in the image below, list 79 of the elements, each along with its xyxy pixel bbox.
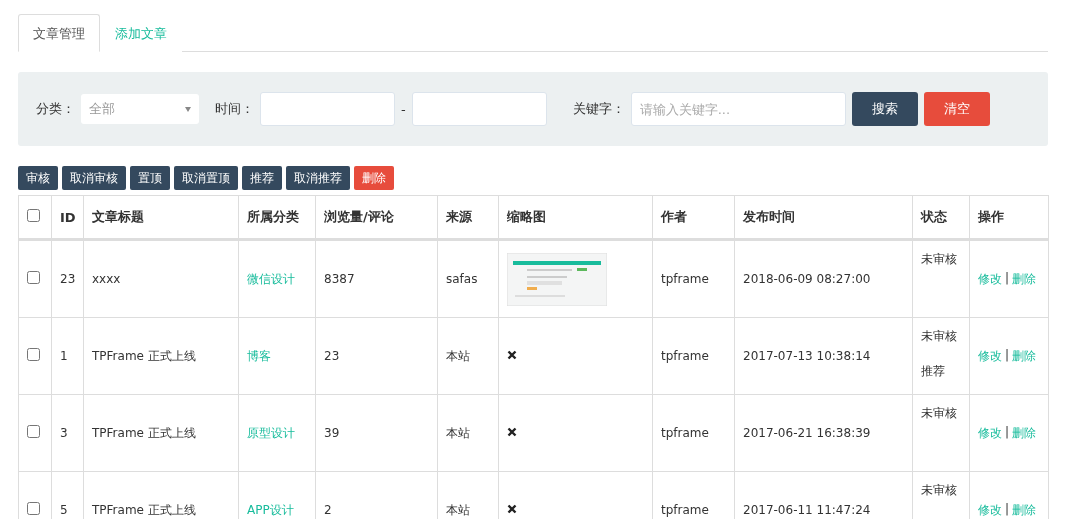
end-time-field[interactable]	[411, 92, 547, 126]
action-button[interactable]: 审核	[18, 166, 58, 190]
caret-icon	[185, 106, 191, 112]
edit-link[interactable]: 修改	[978, 270, 1002, 288]
author-cell: tpframe	[661, 272, 709, 286]
author-cell: tpframe	[661, 349, 709, 363]
source-cell: 本站	[446, 348, 470, 363]
source-cell: 本站	[446, 502, 470, 517]
id-cell: 3	[60, 426, 68, 440]
status-text: 未审核	[921, 328, 958, 345]
time-label: 时间：	[215, 100, 254, 118]
category-label: 分类：	[36, 100, 75, 118]
publish-time-cell: 2018-06-09 08:27:00	[743, 272, 871, 286]
select-all-checkbox[interactable]	[27, 209, 40, 222]
start-time-field[interactable]	[260, 92, 395, 126]
title-cell: TPFrame 正式上线	[92, 502, 196, 517]
keyword-field[interactable]: 请输入关键字...	[630, 92, 846, 126]
search-button[interactable]: 搜索	[851, 92, 918, 126]
time-separator: -	[401, 101, 406, 117]
column-header: 操作	[978, 209, 1004, 224]
delete-button[interactable]: 删除	[354, 166, 394, 190]
action-button[interactable]: 置顶	[130, 166, 170, 190]
column-header: ID	[60, 209, 76, 225]
clear-button[interactable]: 清空	[923, 92, 990, 126]
category-link[interactable]: 博客	[247, 348, 271, 363]
title-cell: TPFrame 正式上线	[92, 425, 196, 440]
delete-link[interactable]: 删除	[1012, 347, 1037, 365]
column-header: 文章标题	[92, 209, 144, 224]
column-header: 浏览量/评论	[324, 209, 394, 224]
edit-link[interactable]: 修改	[978, 501, 1002, 519]
id-cell: 1	[60, 349, 68, 363]
status-text: 未审核	[921, 251, 958, 268]
views-cell: 8387	[324, 272, 355, 286]
delete-link[interactable]: 删除	[1012, 501, 1037, 519]
category-select[interactable]: 全部	[81, 94, 199, 124]
publish-time-cell: 2017-07-13 10:38:14	[743, 349, 871, 363]
title-cell: xxxx	[92, 272, 121, 286]
views-cell: 2	[324, 503, 332, 517]
column-header: 来源	[446, 209, 472, 224]
id-cell: 5	[60, 503, 68, 517]
row-checkbox[interactable]	[27, 348, 40, 361]
action-button[interactable]: 取消审核	[62, 166, 126, 190]
separator: |	[1005, 501, 1010, 518]
views-cell: 23	[324, 349, 340, 363]
delete-link[interactable]: 删除	[1012, 270, 1037, 288]
status-text: 推荐	[921, 363, 946, 380]
category-link[interactable]: 微信设计	[247, 271, 295, 286]
separator: |	[1005, 270, 1010, 287]
id-cell: 23	[60, 272, 76, 286]
row-checkbox[interactable]	[27, 502, 40, 515]
edit-link[interactable]: 修改	[978, 347, 1002, 365]
action-button[interactable]: 取消置顶	[174, 166, 238, 190]
separator: |	[1005, 424, 1010, 441]
action-button[interactable]: 推荐	[242, 166, 282, 190]
row-checkbox[interactable]	[27, 425, 40, 438]
keyword-label: 关键字：	[572, 100, 625, 118]
separator: |	[1005, 347, 1010, 364]
author-cell: tpframe	[661, 426, 709, 440]
publish-time-cell: 2017-06-21 16:38:39	[743, 426, 871, 440]
category-link[interactable]: APP设计	[247, 502, 294, 517]
action-button[interactable]: 取消推荐	[286, 166, 350, 190]
title-cell: TPFrame 正式上线	[92, 348, 196, 363]
column-header: 状态	[921, 209, 947, 224]
tab[interactable]: 文章管理	[18, 14, 100, 52]
source-cell: 本站	[446, 425, 470, 440]
status-text: 未审核	[921, 482, 958, 499]
views-cell: 39	[324, 426, 340, 440]
column-header: 发布时间	[743, 209, 795, 224]
category-link[interactable]: 原型设计	[247, 425, 295, 440]
publish-time-cell: 2017-06-11 11:47:24	[743, 503, 871, 517]
row-checkbox[interactable]	[27, 271, 40, 284]
delete-link[interactable]: 删除	[1012, 424, 1037, 442]
status-text: 未审核	[921, 405, 958, 422]
source-cell: safas	[446, 272, 478, 286]
column-header: 所属分类	[247, 209, 299, 224]
column-header: 缩略图	[507, 209, 546, 224]
edit-link[interactable]: 修改	[978, 424, 1002, 442]
column-header: 作者	[661, 209, 687, 224]
author-cell: tpframe	[661, 503, 709, 517]
